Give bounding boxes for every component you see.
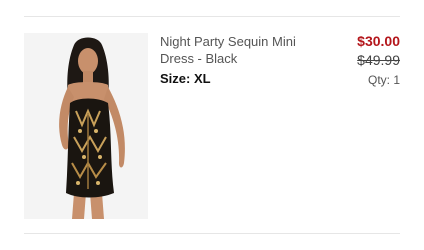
cart-item: Night Party Sequin Mini Dress - Black Si… xyxy=(24,33,400,219)
size-label: Size: XL xyxy=(160,71,211,86)
product-name-link[interactable]: Night Party Sequin Mini Dress - Black xyxy=(160,33,328,67)
item-details: Night Party Sequin Mini Dress - Black Si… xyxy=(160,33,328,87)
price-block: $30.00 $49.99 Qty: 1 xyxy=(330,33,400,87)
product-image[interactable] xyxy=(24,33,148,219)
sale-price: $30.00 xyxy=(357,33,400,49)
quantity-label: Qty: 1 xyxy=(367,73,400,87)
bottom-divider xyxy=(24,233,400,234)
top-divider xyxy=(24,16,400,17)
original-price: $49.99 xyxy=(357,52,400,68)
model-in-dress-icon xyxy=(59,37,125,219)
